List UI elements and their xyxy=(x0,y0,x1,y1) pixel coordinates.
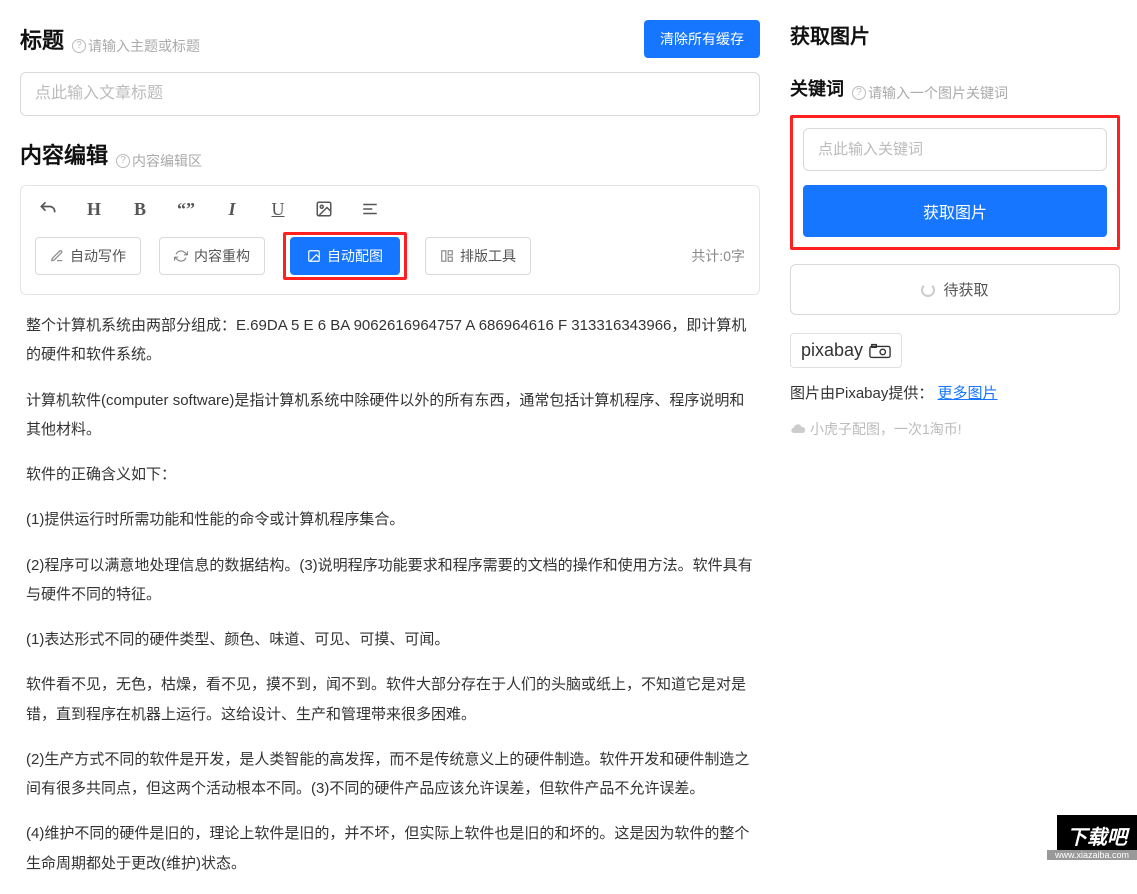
word-count: 共计:0字 xyxy=(691,246,745,266)
keyword-input[interactable] xyxy=(803,128,1107,171)
title-hint-text: 请输入主题或标题 xyxy=(88,36,200,56)
pixabay-text: pixabay xyxy=(801,340,863,361)
content-paragraph: 软件的正确含义如下： xyxy=(26,460,754,489)
auto-write-label: 自动写作 xyxy=(70,246,126,266)
refresh-icon xyxy=(174,249,188,263)
pencil-icon xyxy=(50,249,64,263)
highlight-box: 自动配图 xyxy=(283,232,407,280)
image-icon[interactable] xyxy=(313,198,335,220)
content-paragraph: (2)程序可以满意地处理信息的数据结构。(3)说明程序功能要求和程序需要的文档的… xyxy=(26,551,754,610)
title-text: 标题 xyxy=(20,23,64,55)
undo-icon[interactable] xyxy=(37,198,59,220)
heading-icon[interactable]: H xyxy=(83,198,105,220)
content-paragraph: 整个计算机系统由两部分组成：E.69DA 5 E 6 BA 9062616964… xyxy=(26,311,754,370)
edit-label: 内容编辑 ? 内容编辑区 xyxy=(20,138,760,171)
content-paragraph: 计算机软件(computer software)是指计算机系统中除硬件以外的所有… xyxy=(26,386,754,445)
main-column: 标题 ? 请输入主题或标题 清除所有缓存 内容编辑 ? 内容编辑区 xyxy=(20,20,760,894)
sidebar: 获取图片 关键词 ? 请输入一个图片关键词 获取图片 待获取 pixabay xyxy=(790,20,1120,894)
credit-line: 图片由Pixabay提供： 更多图片 xyxy=(790,382,1120,403)
bold-icon[interactable]: B xyxy=(129,198,151,220)
keyword-section: 关键词 ? 请输入一个图片关键词 获取图片 待获取 pixabay 图片由Pix… xyxy=(790,75,1120,439)
watermark-sub: www.xiazaiba.com xyxy=(1047,850,1137,860)
layout-icon xyxy=(440,249,454,263)
restructure-label: 内容重构 xyxy=(194,246,250,266)
keyword-hint: ? 请输入一个图片关键词 xyxy=(852,83,1008,103)
restructure-button[interactable]: 内容重构 xyxy=(159,237,265,275)
footer-text: 小虎子配图，一次1淘币! xyxy=(810,419,962,439)
edit-hint-text: 内容编辑区 xyxy=(132,151,202,171)
italic-icon[interactable]: I xyxy=(221,198,243,220)
help-icon: ? xyxy=(116,154,130,168)
content-paragraph: (1)表达形式不同的硬件类型、颜色、味道、可见、可摸、可闻。 xyxy=(26,625,754,654)
format-row: H B “” I U xyxy=(35,186,745,232)
keyword-highlight-box: 获取图片 xyxy=(790,115,1120,250)
cloud-icon xyxy=(790,421,806,437)
edit-section: 内容编辑 ? 内容编辑区 H B “” I U xyxy=(20,138,760,878)
underline-icon[interactable]: U xyxy=(267,198,289,220)
auto-image-button[interactable]: 自动配图 xyxy=(290,237,400,275)
auto-write-button[interactable]: 自动写作 xyxy=(35,237,141,275)
help-icon: ? xyxy=(852,86,866,100)
spinner-icon xyxy=(921,283,935,297)
editor-content[interactable]: 整个计算机系统由两部分组成：E.69DA 5 E 6 BA 9062616964… xyxy=(20,311,760,878)
layout-tool-button[interactable]: 排版工具 xyxy=(425,237,531,275)
pending-button[interactable]: 待获取 xyxy=(790,264,1120,315)
fetch-image-button[interactable]: 获取图片 xyxy=(803,185,1107,237)
edit-text: 内容编辑 xyxy=(20,138,108,170)
keyword-hint-text: 请输入一个图片关键词 xyxy=(868,83,1008,103)
keyword-text: 关键词 xyxy=(790,75,844,101)
content-paragraph: (2)生产方式不同的软件是开发，是人类智能的高发挥，而不是传统意义上的硬件制造。… xyxy=(26,745,754,804)
fetch-title: 获取图片 xyxy=(790,20,1120,49)
quote-icon[interactable]: “” xyxy=(175,198,197,220)
help-icon: ? xyxy=(72,39,86,53)
content-paragraph: (1)提供运行时所需功能和性能的命令或计算机程序集合。 xyxy=(26,505,754,534)
edit-hint: ? 内容编辑区 xyxy=(116,151,202,171)
title-input[interactable] xyxy=(20,72,760,116)
title-hint: ? 请输入主题或标题 xyxy=(72,36,200,56)
keyword-label: 关键词 ? 请输入一个图片关键词 xyxy=(790,75,1120,103)
clear-cache-button[interactable]: 清除所有缓存 xyxy=(644,20,760,58)
credit-prefix: 图片由Pixabay提供： xyxy=(790,385,933,402)
content-paragraph: (4)维护不同的硬件是旧的，理论上软件是旧的，并不坏，但实际上软件也是旧的和坏的… xyxy=(26,819,754,878)
picture-icon xyxy=(307,249,321,263)
layout-tool-label: 排版工具 xyxy=(460,246,516,266)
auto-image-label: 自动配图 xyxy=(327,246,383,266)
watermark: 下载吧 xyxy=(1057,815,1137,852)
editor-toolbar: H B “” I U 自动写作 内容重构 xyxy=(20,185,760,295)
pixabay-badge: pixabay xyxy=(790,333,902,368)
pending-label: 待获取 xyxy=(943,279,988,300)
title-label: 标题 ? 请输入主题或标题 xyxy=(20,23,200,56)
camera-icon xyxy=(869,343,891,359)
action-row: 自动写作 内容重构 自动配图 排版工具 xyxy=(35,232,745,280)
more-images-link[interactable]: 更多图片 xyxy=(938,385,998,402)
footer-note: 小虎子配图，一次1淘币! xyxy=(790,419,1120,439)
title-header: 标题 ? 请输入主题或标题 清除所有缓存 xyxy=(20,20,760,58)
content-paragraph: 软件看不见，无色，枯燥，看不见，摸不到，闻不到。软件大部分存在于人们的头脑或纸上… xyxy=(26,670,754,729)
align-icon[interactable] xyxy=(359,198,381,220)
